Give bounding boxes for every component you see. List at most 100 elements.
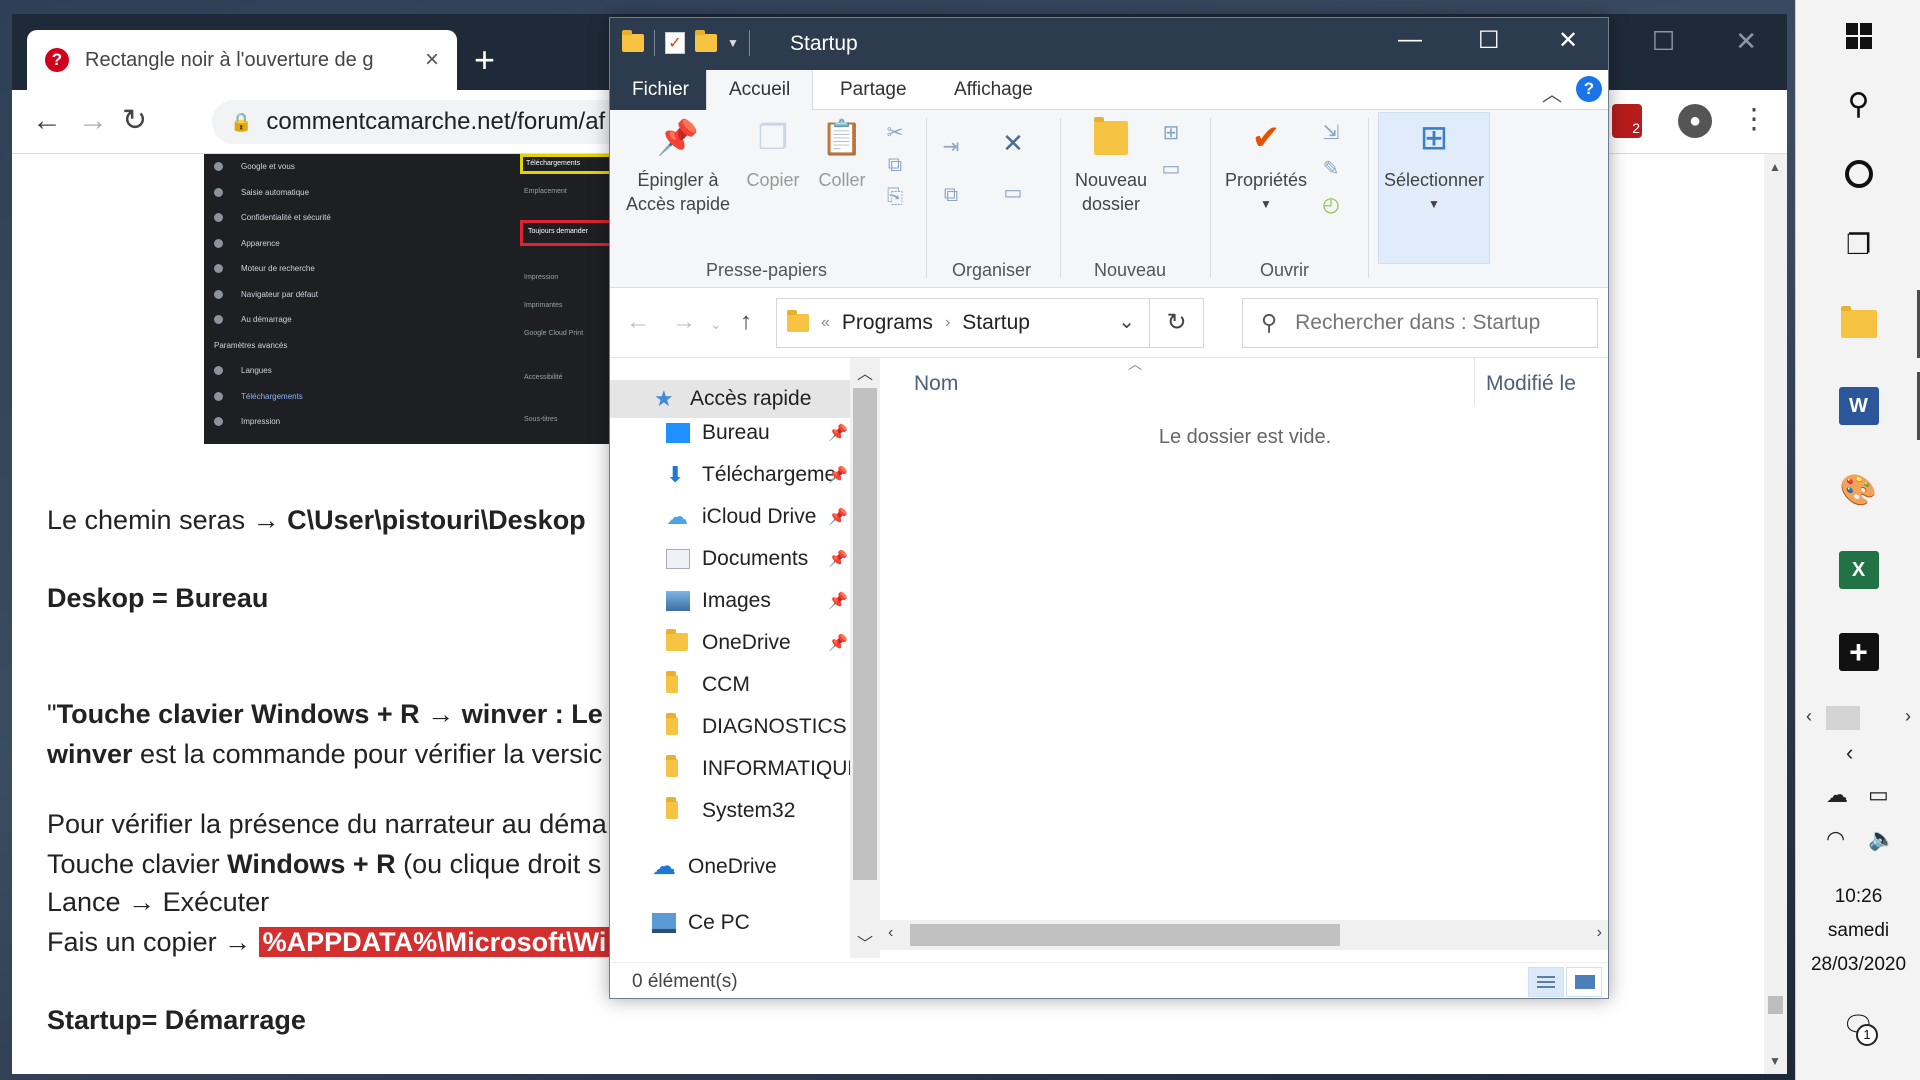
start-button[interactable] bbox=[1796, 0, 1920, 72]
nav-this-pc[interactable]: Ce PC bbox=[652, 904, 750, 942]
excel-taskbar-button[interactable]: X bbox=[1796, 534, 1920, 606]
open-icon[interactable]: ⇲ bbox=[1320, 122, 1342, 144]
properties-button[interactable]: ✔ Propriétés ▼ bbox=[1218, 116, 1314, 216]
clock-date[interactable]: 28/03/2020 bbox=[1796, 954, 1920, 976]
help-icon[interactable]: ? bbox=[1576, 76, 1602, 102]
forward-arrow-icon[interactable]: → bbox=[672, 308, 696, 336]
copy-button[interactable]: ❐ Copier bbox=[738, 116, 808, 192]
back-arrow-icon[interactable]: ← bbox=[32, 104, 62, 138]
search-button[interactable]: ⚲ bbox=[1796, 68, 1920, 140]
nav-item-images[interactable]: Images bbox=[666, 582, 771, 620]
pin-icon[interactable]: 📌 bbox=[828, 498, 848, 536]
breadcrumb-chevron-icon[interactable]: › bbox=[945, 314, 950, 332]
show-hidden-icons-icon[interactable]: ‹ bbox=[1846, 740, 1853, 766]
collapse-ribbon-icon[interactable]: ︿ bbox=[1542, 78, 1562, 107]
copy-path-icon[interactable]: ⧉ bbox=[884, 154, 906, 176]
new-tab-button[interactable]: + bbox=[474, 42, 495, 78]
breadcrumb-programs[interactable]: Programs bbox=[842, 311, 933, 335]
pin-quick-access-button[interactable]: 📌 Épingler à Accès rapide bbox=[618, 116, 738, 216]
tab-accueil[interactable]: Accueil bbox=[706, 70, 814, 110]
extension-icon[interactable]: 2 bbox=[1612, 104, 1642, 138]
scroll-thumb[interactable] bbox=[1826, 706, 1860, 730]
pin-icon[interactable]: 📌 bbox=[828, 414, 848, 452]
breadcrumb-overflow[interactable]: « bbox=[821, 314, 830, 332]
minimize-icon[interactable]: — bbox=[1398, 26, 1422, 54]
horizontal-scrollbar[interactable]: ‹ › bbox=[880, 920, 1608, 950]
cortana-button[interactable] bbox=[1796, 138, 1920, 210]
pin-icon[interactable]: 📌 bbox=[828, 540, 848, 578]
chrome-maximize-icon[interactable]: ☐ bbox=[1652, 26, 1675, 57]
wifi-icon[interactable]: ◠ bbox=[1826, 826, 1845, 852]
scroll-down-icon[interactable]: ﹀ bbox=[857, 930, 873, 954]
menu-kebab-icon[interactable]: ⋮ bbox=[1740, 102, 1768, 135]
edit-icon[interactable]: ✎ bbox=[1320, 158, 1342, 180]
copy-to-icon[interactable]: ⧉ bbox=[940, 184, 962, 206]
word-taskbar-button[interactable]: W bbox=[1796, 370, 1920, 442]
nav-item-informatique[interactable]: INFORMATIQUE bbox=[666, 750, 861, 788]
pin-icon[interactable]: 📌 bbox=[828, 582, 848, 620]
up-arrow-icon[interactable]: ↑ bbox=[740, 308, 752, 336]
column-header-name[interactable]: Nom bbox=[914, 372, 958, 396]
pin-icon[interactable]: 📌 bbox=[828, 624, 848, 662]
explorer-taskbar-button[interactable] bbox=[1796, 288, 1920, 360]
column-header-modified[interactable]: Modifié le bbox=[1486, 372, 1576, 396]
nav-item-documents[interactable]: Documents bbox=[666, 540, 808, 578]
breadcrumb-startup[interactable]: Startup bbox=[962, 311, 1030, 335]
recent-locations-icon[interactable]: ⌄ bbox=[710, 316, 722, 333]
scroll-thumb[interactable] bbox=[1768, 996, 1783, 1014]
easy-access-icon[interactable]: ▭ bbox=[1160, 158, 1182, 180]
paint-taskbar-button[interactable]: 🎨 bbox=[1796, 454, 1920, 526]
scroll-thumb[interactable] bbox=[853, 388, 877, 880]
column-divider[interactable] bbox=[1474, 358, 1475, 406]
delete-icon[interactable]: ✕ bbox=[1002, 130, 1024, 156]
battery-icon[interactable]: ▭ bbox=[1868, 782, 1889, 808]
chrome-close-icon[interactable]: ✕ bbox=[1735, 26, 1757, 57]
profile-avatar-icon[interactable]: ● bbox=[1678, 104, 1712, 138]
nav-item-system32[interactable]: System32 bbox=[666, 792, 795, 830]
maximize-icon[interactable]: ☐ bbox=[1478, 26, 1500, 55]
nav-item-ccm[interactable]: CCM bbox=[666, 666, 750, 704]
search-input[interactable] bbox=[1295, 311, 1576, 335]
scroll-right-icon[interactable]: › bbox=[1905, 706, 1911, 727]
page-scrollbar[interactable]: ▲ ▼ bbox=[1764, 154, 1787, 1074]
nav-onedrive[interactable]: ☁ OneDrive bbox=[652, 848, 777, 886]
rename-icon[interactable]: ▭ bbox=[1002, 182, 1024, 204]
nav-item-bureau[interactable]: Bureau bbox=[666, 414, 770, 452]
nav-item-icloud[interactable]: ☁ iCloud Drive bbox=[666, 498, 816, 536]
forward-arrow-icon[interactable]: → bbox=[78, 104, 108, 138]
qat-dropdown-icon[interactable]: ▼ bbox=[727, 36, 739, 50]
browser-tab[interactable]: ? Rectangle noir à l'ouverture de g × bbox=[27, 30, 457, 90]
task-view-button[interactable]: ❐ bbox=[1796, 208, 1920, 280]
scroll-left-icon[interactable]: ‹ bbox=[1806, 706, 1812, 727]
paste-button[interactable]: 📋 Coller bbox=[810, 116, 874, 192]
tab-affichage[interactable]: Affichage bbox=[932, 70, 1055, 110]
scroll-up-icon[interactable]: ▲ bbox=[1769, 160, 1781, 174]
select-button[interactable]: ⊞ Sélectionner ▼ bbox=[1378, 116, 1490, 216]
volume-icon[interactable]: 🔈 bbox=[1868, 826, 1895, 852]
scroll-left-icon[interactable]: ‹ bbox=[888, 924, 893, 942]
history-icon[interactable]: ◴ bbox=[1320, 194, 1342, 216]
clock-day[interactable]: samedi bbox=[1796, 920, 1920, 942]
scroll-down-icon[interactable]: ▼ bbox=[1769, 1054, 1781, 1068]
tab-close-icon[interactable]: × bbox=[425, 46, 439, 74]
nav-item-diagnostics[interactable]: DIAGNOSTICS TI bbox=[666, 708, 871, 746]
scroll-right-icon[interactable]: › bbox=[1597, 924, 1602, 942]
tab-partage[interactable]: Partage bbox=[818, 70, 929, 110]
new-folder-button[interactable]: Nouveau dossier bbox=[1066, 116, 1156, 216]
nav-item-downloads[interactable]: ⬇ Téléchargeme bbox=[666, 456, 836, 494]
nav-quick-access[interactable]: ★ Accès rapide bbox=[610, 380, 850, 418]
reload-icon[interactable]: ↻ bbox=[122, 104, 147, 138]
clock-time[interactable]: 10:26 bbox=[1796, 886, 1920, 908]
pin-icon[interactable]: 📌 bbox=[828, 456, 848, 494]
back-arrow-icon[interactable]: ← bbox=[626, 308, 650, 336]
scroll-thumb[interactable] bbox=[910, 924, 1340, 946]
details-view-icon[interactable] bbox=[1528, 967, 1564, 997]
large-icons-view-icon[interactable] bbox=[1566, 967, 1602, 997]
action-center-button[interactable]: 🗨 1 bbox=[1842, 1010, 1878, 1046]
onedrive-tray-icon[interactable]: ☁ bbox=[1826, 782, 1848, 808]
scroll-up-icon[interactable]: ︿ bbox=[857, 360, 873, 384]
address-dropdown-icon[interactable]: ⌄ bbox=[1118, 309, 1135, 334]
explorer-search-box[interactable]: ⚲ bbox=[1242, 298, 1598, 348]
plus-app-taskbar-button[interactable]: + bbox=[1796, 616, 1920, 688]
new-folder-qat-icon[interactable] bbox=[695, 30, 717, 52]
